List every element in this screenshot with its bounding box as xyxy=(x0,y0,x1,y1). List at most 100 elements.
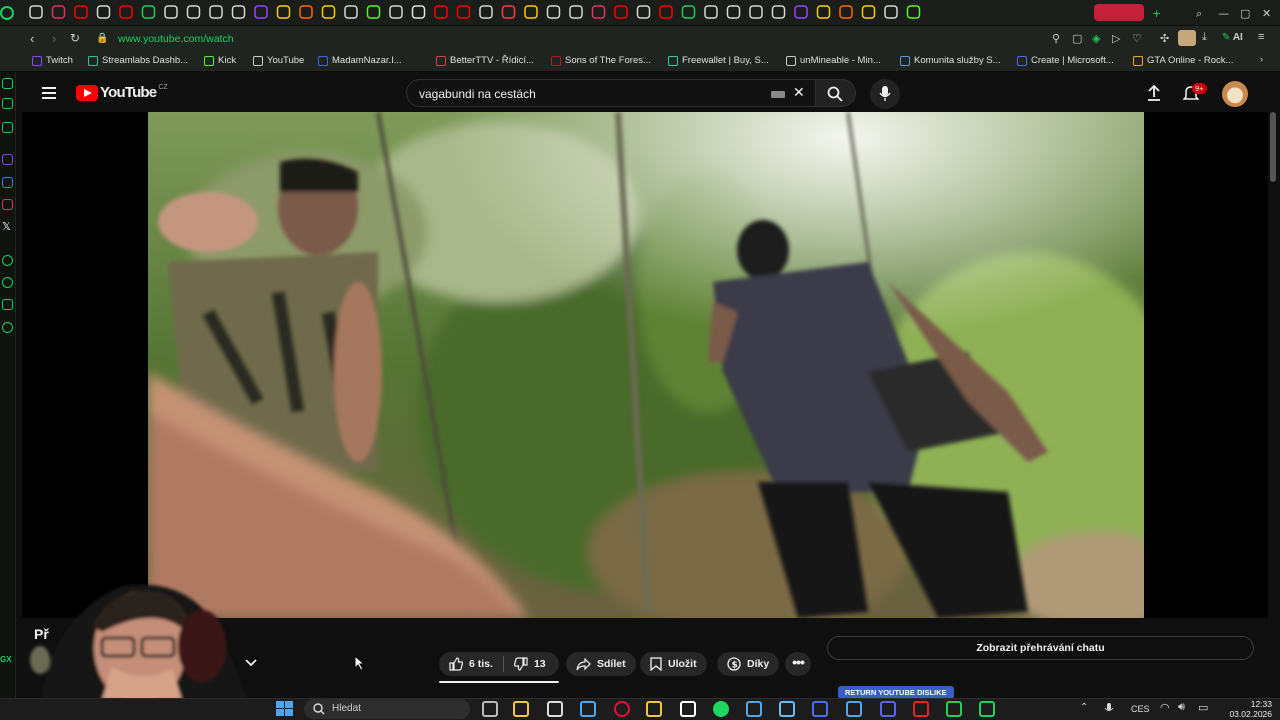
wifi-icon[interactable]: ◠ xyxy=(1160,701,1170,714)
photos-icon[interactable] xyxy=(580,701,596,717)
shield-icon[interactable]: ◈ xyxy=(1092,32,1100,45)
reload-icon[interactable]: ↻ xyxy=(70,31,80,45)
share-button[interactable]: Sdílet xyxy=(566,652,636,676)
bookmark-item[interactable]: unMineable - Min... xyxy=(786,55,881,66)
sidebar-gx-icon[interactable] xyxy=(2,98,13,109)
tab-favicon-icon[interactable] xyxy=(659,5,673,19)
bookmark-item[interactable]: BetterTTV - Řídicí... xyxy=(436,55,534,66)
video-player[interactable] xyxy=(148,112,1144,618)
active-tab[interactable] xyxy=(1094,4,1144,21)
tab-favicon-icon[interactable] xyxy=(321,5,336,19)
taskbar-search-input[interactable]: Hledat xyxy=(304,699,470,719)
profile-avatar[interactable] xyxy=(1178,30,1196,46)
voice-search-button[interactable] xyxy=(870,79,900,109)
tab-favicon-icon[interactable] xyxy=(524,5,538,19)
bookmark-item[interactable]: YouTube xyxy=(253,55,304,66)
tray-mic-icon[interactable] xyxy=(1104,702,1114,716)
bookmark-item[interactable]: GTA Online - Rock... xyxy=(1133,55,1233,66)
twitch-icon[interactable] xyxy=(2,154,13,165)
thanks-button[interactable]: $ Díky xyxy=(717,652,780,676)
bookmark-item[interactable]: Twitch xyxy=(32,55,73,66)
upload-icon[interactable] xyxy=(1146,85,1162,101)
chat-app-icon[interactable] xyxy=(979,701,995,717)
tab-favicon-icon[interactable] xyxy=(119,5,133,19)
new-tab-icon[interactable]: + xyxy=(1152,7,1161,20)
task-view-icon[interactable] xyxy=(482,701,498,717)
start-button-icon[interactable] xyxy=(276,701,294,717)
search-input[interactable]: vagabundi na cestách ✕ xyxy=(406,79,816,107)
tab-favicon-icon[interactable] xyxy=(74,5,88,19)
tab-favicon-icon[interactable] xyxy=(51,5,66,19)
sidebar-tabs-icon[interactable] xyxy=(2,78,13,89)
tab-favicon-icon[interactable] xyxy=(816,5,831,19)
bookmark-item[interactable]: Freewallet | Buy, S... xyxy=(668,55,769,66)
show-chat-replay-button[interactable]: Zobrazit přehrávání chatu xyxy=(827,636,1254,660)
tab-favicon-icon[interactable] xyxy=(479,5,493,19)
sidebar-gx-corner-icon[interactable] xyxy=(2,122,13,133)
battery-icon[interactable]: ▭ xyxy=(1198,701,1208,714)
tab-favicon-icon[interactable] xyxy=(501,5,516,19)
tab-icons[interactable]: — ▢ ✕ ⌕ + xyxy=(0,0,1280,26)
clear-search-icon[interactable]: ✕ xyxy=(793,84,805,101)
menu-icon[interactable]: ≡ xyxy=(1258,31,1264,43)
bookmark-item[interactable]: Kick xyxy=(204,55,236,66)
opera-gx-logo-icon[interactable] xyxy=(0,6,14,20)
player-icon[interactable] xyxy=(2,255,13,266)
like-icon[interactable] xyxy=(449,657,463,671)
search-tabs-icon[interactable]: ⌕ xyxy=(1196,7,1202,20)
volume-icon[interactable]: 🔊︎ xyxy=(1178,701,1185,714)
tab-favicon-icon[interactable] xyxy=(794,5,808,19)
tab-favicon-icon[interactable] xyxy=(299,5,313,19)
keyboard-icon[interactable] xyxy=(771,91,785,98)
lock-icon[interactable]: 🔒 xyxy=(96,33,108,44)
tab-favicon-icon[interactable] xyxy=(96,5,111,19)
game-launcher-icon[interactable] xyxy=(946,701,962,717)
url-field[interactable]: www.youtube.com/watch xyxy=(118,33,234,45)
tab-favicon-icon[interactable] xyxy=(681,5,696,19)
tab-favicon-icon[interactable] xyxy=(704,5,718,19)
tab-favicon-icon[interactable] xyxy=(771,5,786,19)
bookmark-item[interactable]: Create | Microsoft... xyxy=(1017,55,1114,66)
steam-icon[interactable] xyxy=(779,701,795,717)
tab-favicon-icon[interactable] xyxy=(389,5,403,19)
settings-icon[interactable] xyxy=(2,322,13,333)
tab-favicon-icon[interactable] xyxy=(164,5,178,19)
folder-app-icon[interactable] xyxy=(646,701,662,717)
more-actions-button[interactable]: ••• xyxy=(785,652,811,676)
youtube-logo[interactable]: YouTube CZ xyxy=(76,84,168,101)
history-icon[interactable] xyxy=(2,277,13,288)
tiktok-icon[interactable] xyxy=(680,701,696,717)
tab-favicon-icon[interactable] xyxy=(749,5,763,19)
like-count[interactable]: 6 tis. xyxy=(469,658,493,670)
forward-icon[interactable]: › xyxy=(52,31,56,46)
lightshot-icon[interactable] xyxy=(812,701,828,717)
dislike-count[interactable]: 13 xyxy=(534,658,546,670)
bookmark-item[interactable]: Komunita služby S... xyxy=(900,55,1001,66)
play-icon[interactable]: ▷ xyxy=(1112,32,1120,45)
extensions-icon[interactable] xyxy=(2,299,13,310)
tab-favicon-icon[interactable] xyxy=(141,5,156,19)
tab-favicon-icon[interactable] xyxy=(636,5,651,19)
snapshot-icon[interactable]: ▢ xyxy=(1072,32,1082,45)
tab-favicon-icon[interactable] xyxy=(29,5,43,19)
minimize-icon[interactable]: — xyxy=(1218,7,1229,20)
account-avatar[interactable] xyxy=(1222,81,1248,107)
tab-favicon-icon[interactable] xyxy=(569,5,583,19)
page-scrollbar[interactable] xyxy=(1270,112,1276,182)
bookmark-item[interactable]: Sons of The Fores... xyxy=(551,55,651,66)
tab-favicon-icon[interactable] xyxy=(254,5,268,19)
windows-app-icon[interactable] xyxy=(746,701,762,717)
extensions-puzzle-icon[interactable]: ✣ xyxy=(1160,32,1169,45)
tab-favicon-icon[interactable] xyxy=(591,5,606,19)
close-window-icon[interactable]: ✕ xyxy=(1262,7,1271,20)
tab-favicon-icon[interactable] xyxy=(186,5,201,19)
pin-icon[interactable]: ⚲ xyxy=(1052,32,1060,45)
spotify-icon[interactable] xyxy=(713,701,729,717)
tab-favicon-icon[interactable] xyxy=(411,5,426,19)
menu-hamburger-icon[interactable] xyxy=(42,86,58,100)
opera-gx-icon[interactable] xyxy=(614,701,630,717)
tab-favicon-icon[interactable] xyxy=(726,5,741,19)
language-indicator[interactable]: CES xyxy=(1131,704,1150,714)
heart-icon[interactable]: ♡ xyxy=(1132,32,1142,45)
instagram-icon[interactable] xyxy=(2,199,13,210)
